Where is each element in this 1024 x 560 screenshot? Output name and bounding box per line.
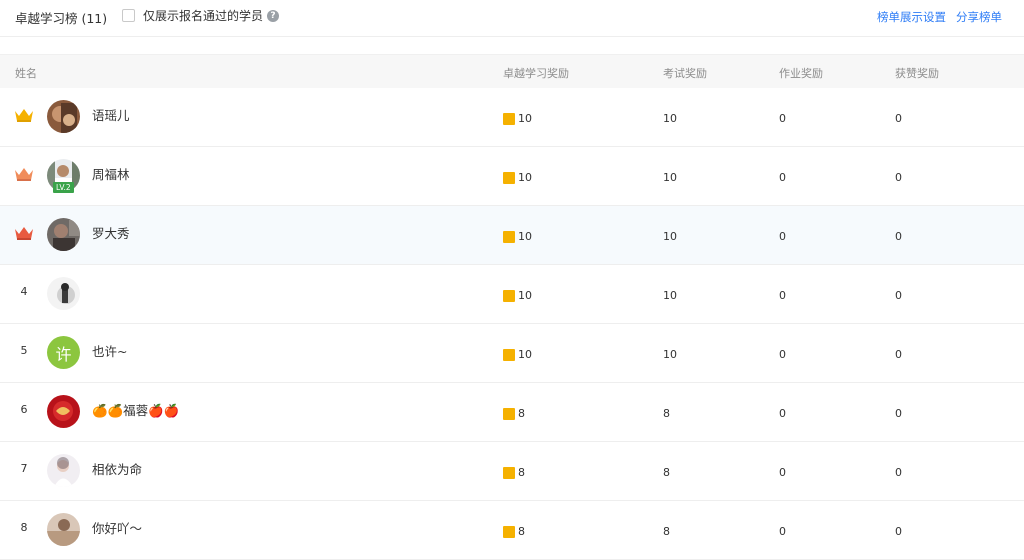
rank-number: 5 <box>20 344 28 357</box>
excellence-reward-value: 8 <box>518 407 525 420</box>
homework-reward-value: 0 <box>779 289 786 302</box>
column-header-exam-reward: 考试奖励 <box>663 67 707 80</box>
table-row[interactable]: LV.2 周福林 10 10 0 0 <box>0 147 1024 206</box>
crown-gold-icon <box>13 105 35 125</box>
table-row[interactable]: 6 🍊🍊福蓉🍎🍎 8 8 0 0 <box>0 383 1024 442</box>
leaderboard-settings-link[interactable]: 榜单展示设置 <box>877 9 946 25</box>
rank-number: 4 <box>20 285 28 298</box>
excellence-reward-value: 10 <box>518 112 532 125</box>
approved-only-checkbox[interactable] <box>122 9 135 22</box>
likes-reward-value: 0 <box>895 112 902 125</box>
crown-silver-icon <box>13 164 35 184</box>
table-header: 姓名 卓越学习奖励 考试奖励 作业奖励 获赞奖励 <box>0 54 1024 88</box>
exam-reward-value: 10 <box>663 348 677 361</box>
excellence-reward-value: 10 <box>518 171 532 184</box>
exam-reward-value: 10 <box>663 230 677 243</box>
avatar <box>47 277 80 310</box>
table-row[interactable]: 4 10 10 0 0 <box>0 265 1024 324</box>
excellence-reward: 10 <box>503 112 532 125</box>
homework-reward-value: 0 <box>779 171 786 184</box>
homework-reward-value: 0 <box>779 112 786 125</box>
excellence-reward: 8 <box>503 525 525 538</box>
avatar <box>47 454 80 487</box>
exam-reward-value: 8 <box>663 407 670 420</box>
excellence-reward-value: 8 <box>518 525 525 538</box>
rank-number: 7 <box>20 462 28 475</box>
likes-reward-value: 0 <box>895 348 902 361</box>
avatar <box>47 395 80 428</box>
likes-reward-value: 0 <box>895 230 902 243</box>
likes-reward-value: 0 <box>895 525 902 538</box>
student-name: 也许~ <box>92 344 128 359</box>
homework-reward-value: 0 <box>779 230 786 243</box>
exam-reward-value: 8 <box>663 525 670 538</box>
rank-number: 6 <box>20 403 28 416</box>
toolbar-links: 榜单展示设置 分享榜单 <box>877 9 1002 25</box>
avatar-letter: 许 <box>55 344 72 364</box>
medal-icon <box>503 230 515 243</box>
medal-icon <box>503 348 515 361</box>
exam-reward-value: 10 <box>663 289 677 302</box>
excellence-reward: 8 <box>503 407 525 420</box>
medal-icon <box>503 466 515 479</box>
avatar <box>47 513 80 546</box>
medal-icon <box>503 525 515 538</box>
table-row[interactable]: 罗大秀 10 10 0 0 <box>0 206 1024 265</box>
medal-icon <box>503 289 515 302</box>
leaderboard-title: 卓越学习榜 (11) <box>15 11 108 26</box>
likes-reward-value: 0 <box>895 171 902 184</box>
table-row[interactable]: 语瑶儿 10 10 0 0 <box>0 88 1024 147</box>
toolbar-divider <box>0 36 1024 37</box>
exam-reward-value: 10 <box>663 112 677 125</box>
excellence-reward: 8 <box>503 466 525 479</box>
avatar <box>47 100 80 133</box>
leaderboard-toolbar: 卓越学习榜 (11) 仅展示报名通过的学员 ? 榜单展示设置 分享榜单 <box>0 0 1024 36</box>
leaderboard-table-body: 语瑶儿 10 10 0 0 LV.2 周福林 10 10 0 0 罗大秀 10 … <box>0 88 1024 560</box>
excellence-reward: 10 <box>503 171 532 184</box>
medal-icon <box>503 407 515 420</box>
student-name: 语瑶儿 <box>92 108 130 123</box>
avatar <box>47 218 80 251</box>
avatar: 许 <box>47 336 80 369</box>
medal-icon <box>503 171 515 184</box>
excellence-reward-value: 8 <box>518 466 525 479</box>
student-name: 罗大秀 <box>92 226 130 241</box>
homework-reward-value: 0 <box>779 348 786 361</box>
homework-reward-value: 0 <box>779 466 786 479</box>
rank-number: 8 <box>20 521 28 534</box>
likes-reward-value: 0 <box>895 466 902 479</box>
approved-only-label: 仅展示报名通过的学员 <box>143 9 264 23</box>
excellence-reward: 10 <box>503 230 532 243</box>
table-row[interactable]: 5 许 也许~ 10 10 0 0 <box>0 324 1024 383</box>
homework-reward-value: 0 <box>779 525 786 538</box>
approved-only-filter[interactable]: 仅展示报名通过的学员 ? <box>122 7 280 24</box>
excellence-reward-value: 10 <box>518 348 532 361</box>
student-name: 你好吖～ <box>92 521 143 536</box>
exam-reward-value: 10 <box>663 171 677 184</box>
student-name: 相依为命 <box>92 462 143 477</box>
student-name: 周福林 <box>92 167 130 182</box>
excellence-reward-value: 10 <box>518 230 532 243</box>
table-row[interactable]: 7 相依为命 8 8 0 0 <box>0 442 1024 501</box>
excellence-reward: 10 <box>503 348 532 361</box>
level-badge: LV.2 <box>53 182 74 193</box>
student-name: 🍊🍊福蓉🍎🍎 <box>92 403 180 418</box>
column-header-name: 姓名 <box>15 67 37 80</box>
question-help-icon[interactable]: ? <box>267 9 280 22</box>
likes-reward-value: 0 <box>895 407 902 420</box>
exam-reward-value: 8 <box>663 466 670 479</box>
column-header-likes-reward: 获赞奖励 <box>895 67 939 80</box>
homework-reward-value: 0 <box>779 407 786 420</box>
likes-reward-value: 0 <box>895 289 902 302</box>
share-leaderboard-link[interactable]: 分享榜单 <box>956 9 1002 25</box>
medal-icon <box>503 112 515 125</box>
table-row[interactable]: 8 你好吖～ 8 8 0 0 <box>0 501 1024 560</box>
crown-bronze-icon <box>13 223 35 243</box>
excellence-reward-value: 10 <box>518 289 532 302</box>
excellence-reward: 10 <box>503 289 532 302</box>
column-header-homework-reward: 作业奖励 <box>779 67 823 80</box>
column-header-excellence-reward: 卓越学习奖励 <box>503 67 569 80</box>
